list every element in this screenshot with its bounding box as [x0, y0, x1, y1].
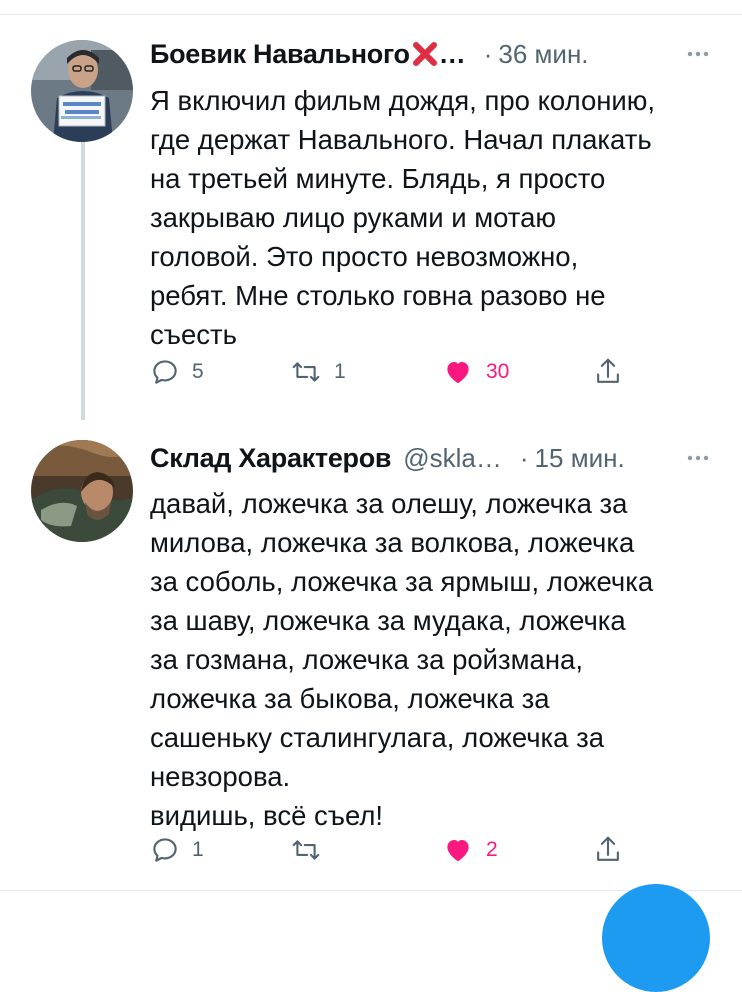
- tweet-actions: 5 1 30: [150, 352, 630, 392]
- like-button[interactable]: 2: [442, 830, 498, 870]
- timestamp[interactable]: 36 мин.: [498, 39, 588, 70]
- share-icon: [597, 358, 619, 383]
- meta-separator: ·: [483, 38, 493, 69]
- like-count: 2: [486, 838, 498, 861]
- tweet-header: Боевик Навального … · 36 мин.: [150, 34, 722, 74]
- reply-icon: [153, 838, 177, 862]
- reply-button[interactable]: 1: [150, 830, 204, 870]
- retweet-button[interactable]: 1: [290, 352, 346, 392]
- share-button[interactable]: [593, 830, 623, 870]
- more-options-icon[interactable]: [682, 442, 714, 474]
- reply-icon: [153, 360, 177, 384]
- retweet-count: 1: [334, 360, 346, 383]
- retweet-icon: [292, 840, 320, 860]
- retweet-button[interactable]: [290, 830, 334, 870]
- share-button[interactable]: [593, 352, 623, 392]
- more-options-icon[interactable]: [682, 38, 714, 70]
- like-count: 30: [486, 360, 510, 383]
- tweet[interactable]: Склад Характеров @skla… · 15 мин. давай,…: [0, 420, 742, 890]
- retweet-icon: [292, 362, 320, 382]
- heart-filled-icon: [447, 362, 469, 384]
- compose-tweet-button[interactable]: [602, 884, 710, 992]
- tweet[interactable]: Боевик Навального … · 36 мин. Я включил …: [0, 0, 742, 420]
- share-icon: [597, 836, 619, 861]
- avatar[interactable]: [31, 440, 133, 542]
- reply-button[interactable]: 5: [150, 352, 204, 392]
- author-handle[interactable]: @skla…: [403, 443, 502, 474]
- reply-count: 5: [192, 360, 204, 383]
- tweet-text: Я включил фильм дождя, про колонию, где …: [150, 85, 656, 350]
- tweet-actions: 1 2: [150, 830, 630, 870]
- avatar[interactable]: [31, 40, 133, 142]
- meta-separator: ·: [519, 442, 529, 473]
- like-button[interactable]: 30: [442, 352, 509, 392]
- name-truncation: …: [438, 38, 466, 69]
- author-name[interactable]: Боевик Навального: [150, 39, 410, 70]
- tweet-text: давай, ложечка за олешу, ложечка за мило…: [150, 488, 654, 831]
- heart-filled-icon: [447, 840, 469, 862]
- author-name[interactable]: Склад Характеров: [150, 443, 392, 474]
- timestamp[interactable]: 15 мин.: [535, 443, 625, 474]
- tweet-header: Склад Характеров @skla… · 15 мин.: [150, 438, 722, 478]
- reply-count: 1: [192, 838, 204, 861]
- cross-mark-emoji-icon: [412, 42, 437, 66]
